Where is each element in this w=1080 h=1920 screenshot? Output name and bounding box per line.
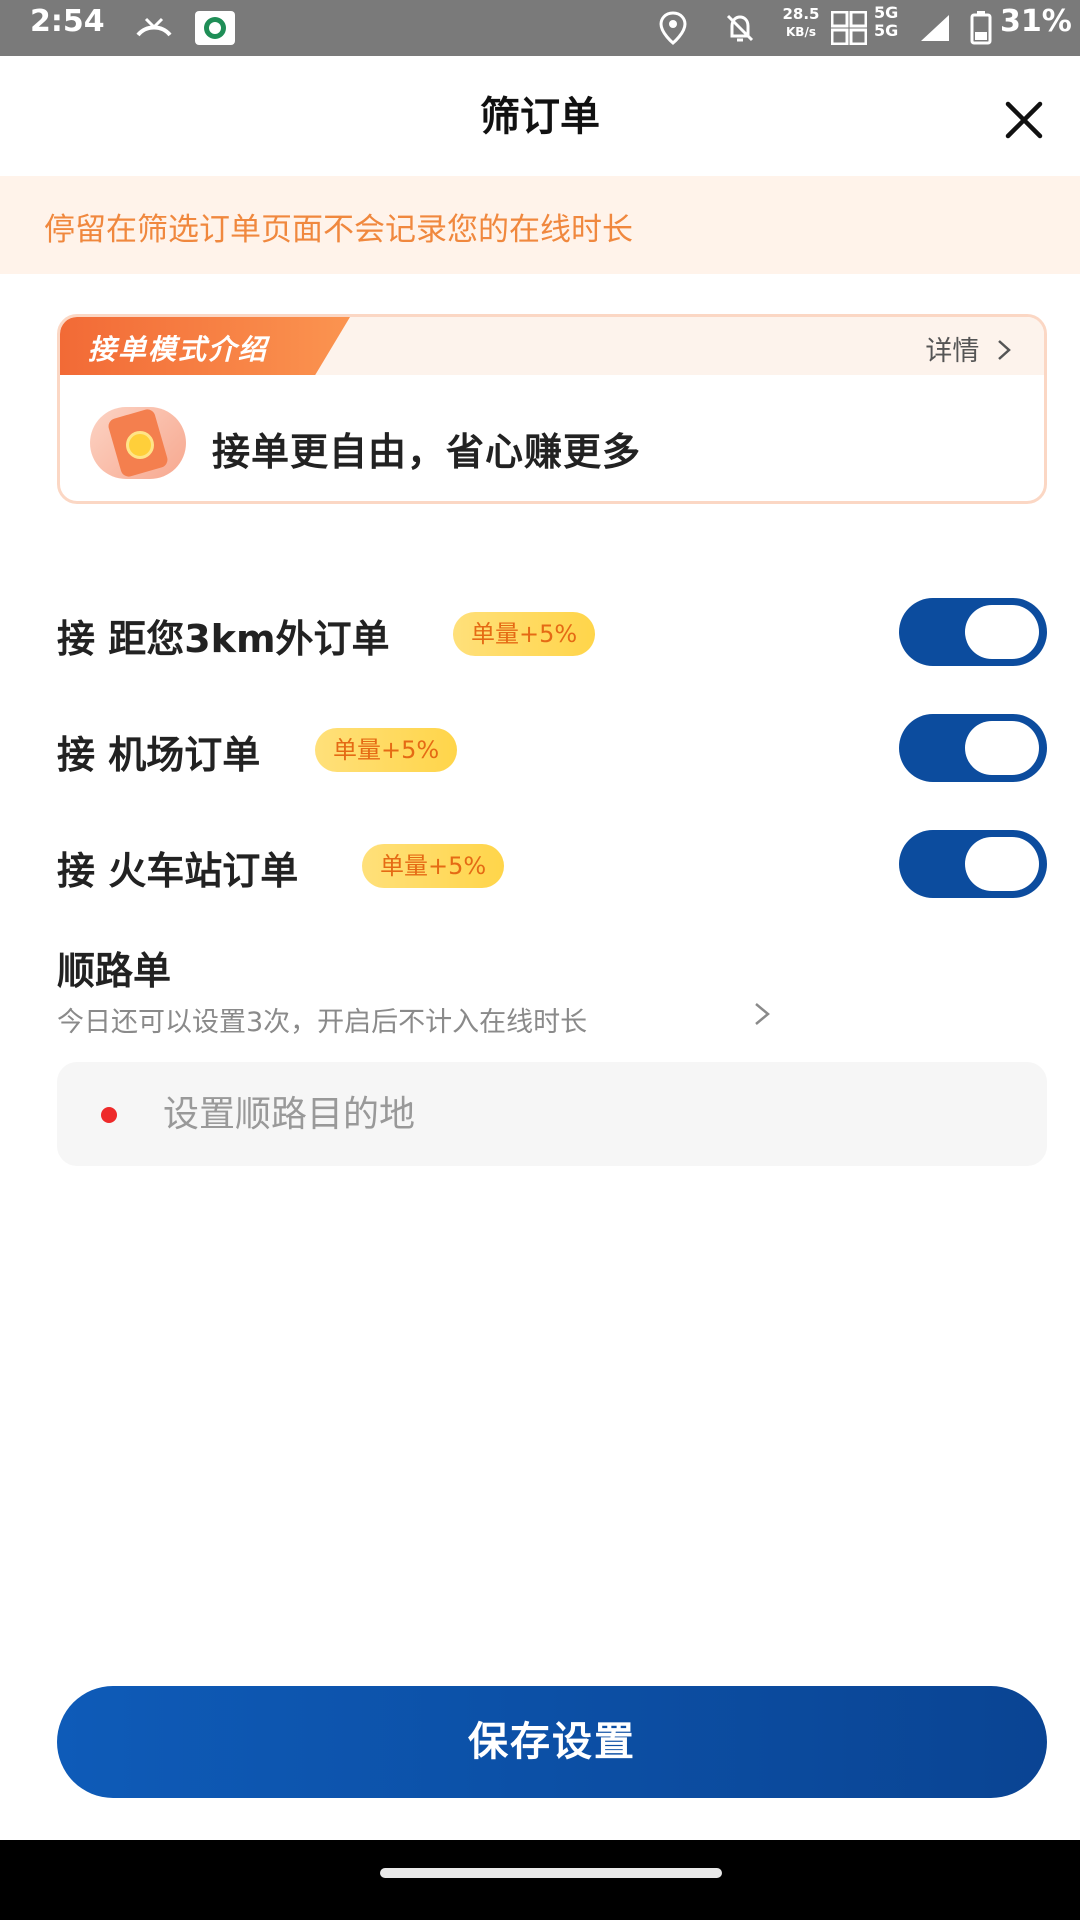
location-icon: [656, 8, 690, 48]
close-icon: [1005, 101, 1043, 139]
volume-badge: 单量+5%: [453, 612, 596, 656]
system-nav-bar: [0, 1840, 1080, 1920]
toggle-airport-orders[interactable]: [899, 714, 1047, 782]
notice-text: 停留在筛选订单页面不会记录您的在线时长: [44, 212, 633, 248]
intro-tag-label: 接单模式介绍: [88, 333, 269, 366]
net-speed: 28.5 KB/s: [778, 6, 824, 41]
status-bar: 2:54 28.5 KB/s 5G 5G 31%: [0, 0, 1080, 56]
order-card-icon: [90, 407, 186, 479]
title-bar: 筛订单: [0, 56, 1080, 176]
network-type-2: 5G: [874, 21, 899, 40]
notice-banner: 停留在筛选订单页面不会记录您的在线时长: [0, 176, 1080, 274]
route-subtitle[interactable]: 今日还可以设置3次，开启后不计入在线时长: [57, 1000, 587, 1039]
chevron-right-icon: [998, 340, 1011, 360]
home-gesture-handle[interactable]: [380, 1868, 722, 1878]
net-speed-value: 28.5: [782, 5, 820, 23]
filter-label: 接 火车站订单: [57, 849, 299, 893]
intro-detail-link[interactable]: 详情: [925, 329, 1014, 368]
chevron-right-icon[interactable]: [750, 998, 774, 1030]
destination-input[interactable]: [161, 1084, 1021, 1144]
destination-field[interactable]: [57, 1062, 1047, 1166]
filter-row-station-orders: 接 火车站订单 单量+5%: [57, 830, 1047, 900]
save-settings-button[interactable]: 保存设置: [57, 1686, 1047, 1798]
status-time: 2:54: [30, 4, 105, 39]
intro-card-header: 接单模式介绍 详情: [60, 317, 1044, 375]
battery-percent: 31%: [1000, 4, 1072, 39]
battery-icon: [968, 8, 994, 48]
call-missed-icon: [134, 8, 174, 48]
app-notification-icon: [194, 8, 236, 48]
filter-label: 接 距您3km外订单: [57, 617, 390, 661]
toggle-knob: [965, 605, 1039, 659]
intro-detail-label: 详情: [925, 336, 980, 367]
volume-badge: 单量+5%: [362, 844, 505, 888]
close-button[interactable]: [1000, 96, 1048, 144]
network-type: 5G 5G: [874, 4, 898, 40]
route-section-title: 顺路单: [57, 949, 172, 993]
toggle-far-orders[interactable]: [899, 598, 1047, 666]
network-type-1: 5G: [874, 3, 899, 22]
filter-label: 接 机场订单: [57, 733, 261, 777]
destination-dot-icon: [101, 1107, 117, 1123]
signal-icon: [918, 8, 952, 48]
net-speed-unit: KB/s: [786, 25, 816, 39]
volte-icon: [830, 8, 868, 48]
mode-intro-card[interactable]: 接单模式介绍 详情 接单更自由，省心赚更多: [57, 314, 1047, 504]
mute-icon: [720, 8, 760, 48]
toggle-knob: [965, 837, 1039, 891]
filter-row-airport-orders: 接 机场订单 单量+5%: [57, 714, 1047, 784]
intro-slogan: 接单更自由，省心赚更多: [212, 430, 642, 474]
volume-badge: 单量+5%: [315, 728, 458, 772]
toggle-station-orders[interactable]: [899, 830, 1047, 898]
filter-row-far-orders: 接 距您3km外订单 单量+5%: [57, 598, 1047, 668]
intro-tag: 接单模式介绍: [60, 317, 350, 375]
toggle-knob: [965, 721, 1039, 775]
page-title: 筛订单: [480, 94, 600, 140]
